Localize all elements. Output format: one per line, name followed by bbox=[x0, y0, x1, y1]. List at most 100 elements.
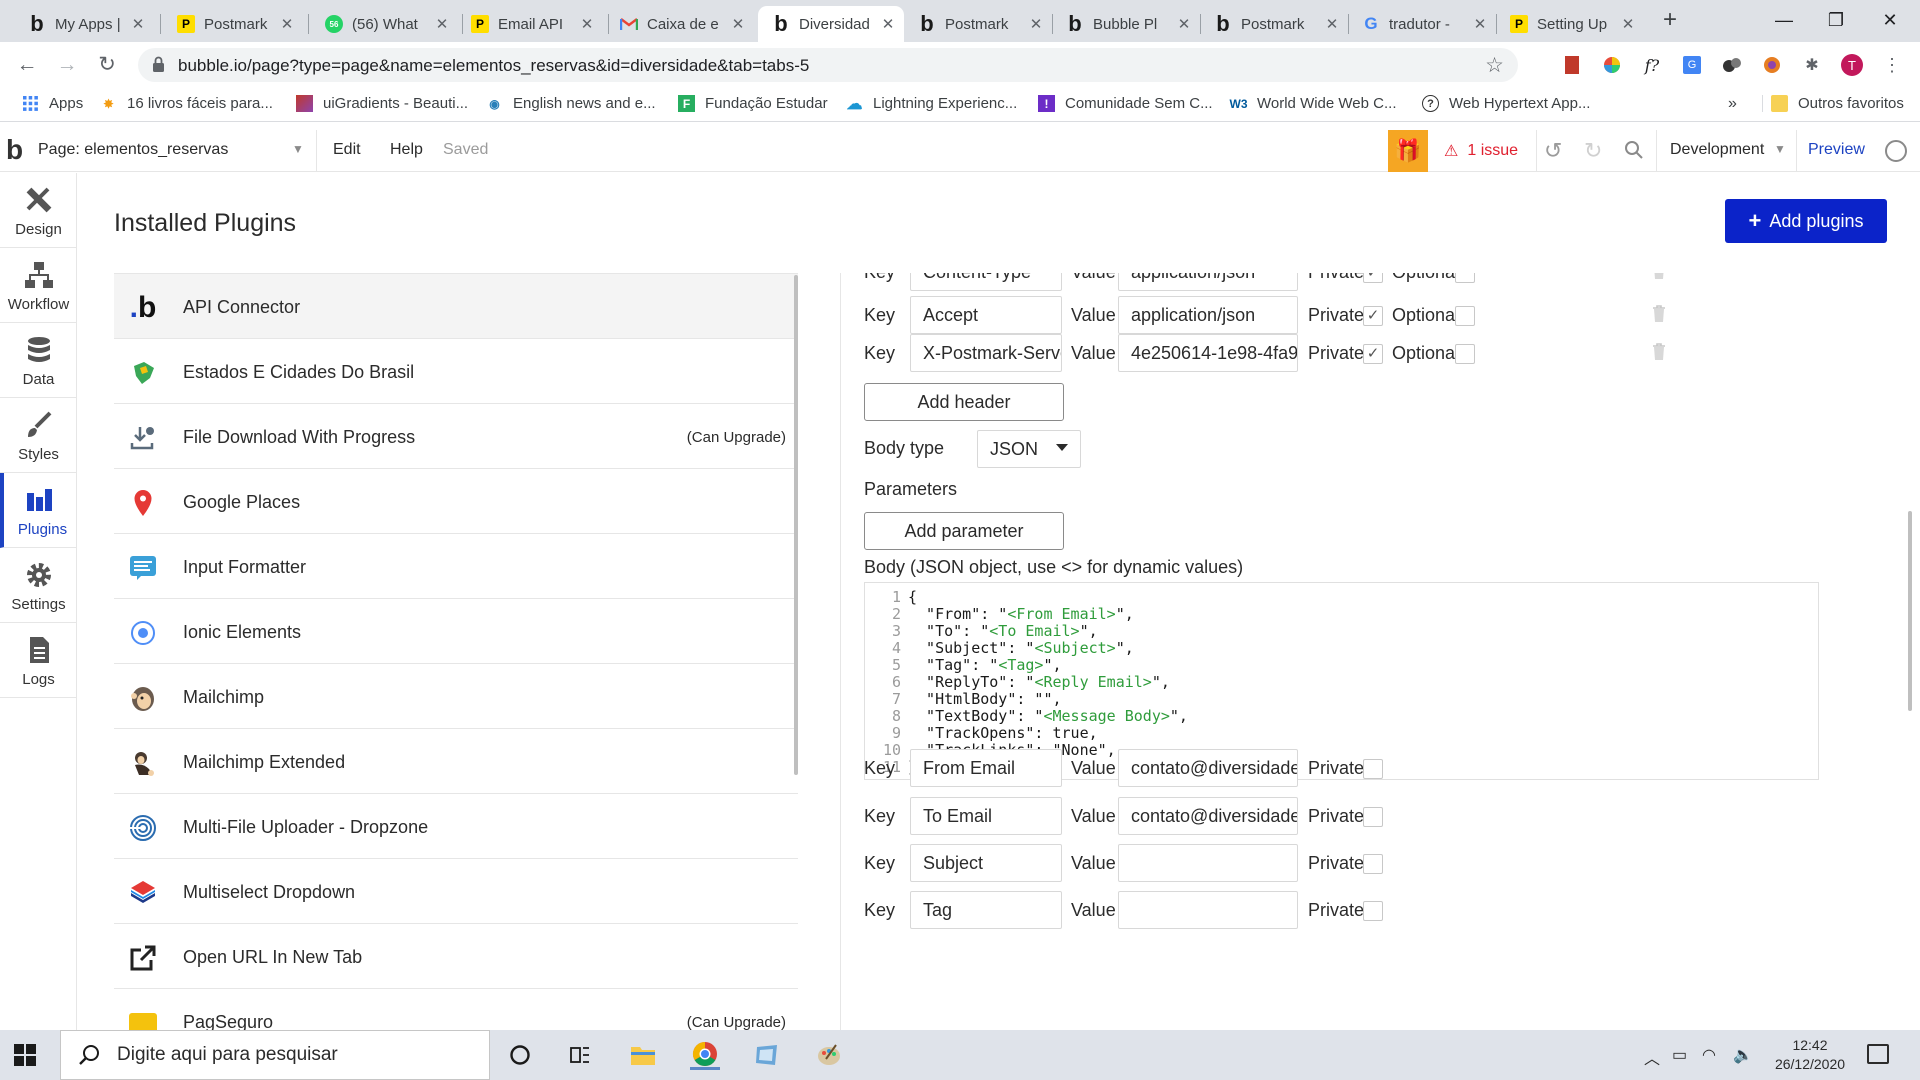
param-key-input[interactable]: Tag bbox=[910, 891, 1062, 929]
plugin-item[interactable]: PagSeguro (Can Upgrade) bbox=[114, 989, 798, 1030]
close-icon[interactable]: ✕ bbox=[579, 15, 595, 33]
help-menu[interactable]: Help bbox=[390, 141, 423, 159]
close-icon[interactable]: ✕ bbox=[130, 15, 146, 33]
gift-icon[interactable]: 🎁 bbox=[1388, 130, 1428, 172]
notifications-icon[interactable] bbox=[1867, 1044, 1889, 1064]
bookmark-item[interactable]: ☁ Lightning Experienc... bbox=[846, 95, 1018, 113]
bookmark-item[interactable]: ? Web Hypertext App... bbox=[1422, 95, 1590, 112]
forward-button[interactable]: → bbox=[52, 50, 82, 80]
plugin-list-scrollbar[interactable] bbox=[794, 275, 798, 775]
json-code[interactable]: { "From": "<From Email>", "To": "<To Ema… bbox=[908, 589, 1188, 776]
code-line[interactable]: "TextBody": "<Message Body>", bbox=[908, 708, 1188, 725]
bookmark-star-icon[interactable]: ☆ bbox=[1485, 53, 1504, 78]
close-icon[interactable]: ✕ bbox=[1472, 15, 1488, 33]
taskbar-clock[interactable]: 12:42 26/12/2020 bbox=[1770, 1036, 1850, 1074]
close-icon[interactable]: ✕ bbox=[1620, 15, 1636, 33]
add-plugins-button[interactable]: + Add plugins bbox=[1725, 199, 1887, 243]
wifi-icon[interactable]: ◠ bbox=[1702, 1045, 1716, 1065]
plugin-item[interactable]: Input Formatter bbox=[114, 534, 798, 599]
close-icon[interactable]: ✕ bbox=[1028, 15, 1044, 33]
environment-selector[interactable]: Development bbox=[1670, 141, 1764, 159]
bookmark-item[interactable]: ◉ English news and e... bbox=[486, 95, 655, 112]
plugin-item[interactable]: Multiselect Dropdown bbox=[114, 859, 798, 924]
header-key-input[interactable]: Accept bbox=[910, 296, 1062, 334]
file-explorer-icon[interactable] bbox=[628, 1040, 658, 1070]
param-value-input[interactable] bbox=[1118, 891, 1298, 929]
browser-tab[interactable]: 56 (56) What ✕ bbox=[311, 6, 458, 42]
url-text[interactable]: bubble.io/page?type=page&name=elementos_… bbox=[178, 56, 809, 76]
code-line[interactable]: "To": "<To Email>", bbox=[908, 623, 1188, 640]
header-key-input[interactable]: Content-Type bbox=[910, 273, 1062, 291]
browser-tab[interactable]: b My Apps | ✕ bbox=[14, 6, 154, 42]
code-line[interactable]: "From": "<From Email>", bbox=[908, 606, 1188, 623]
plugin-item[interactable]: File Download With Progress (Can Upgrade… bbox=[114, 404, 798, 469]
cortana-icon[interactable] bbox=[505, 1040, 535, 1070]
close-icon[interactable]: ✕ bbox=[730, 15, 746, 33]
plugin-item[interactable]: Mailchimp bbox=[114, 664, 798, 729]
param-key-input[interactable]: Subject bbox=[910, 844, 1062, 882]
optional-checkbox[interactable] bbox=[1455, 306, 1475, 326]
close-icon[interactable]: ✕ bbox=[880, 15, 896, 33]
redo-icon[interactable]: ↻ bbox=[1584, 138, 1602, 164]
bookmark-item[interactable]: F Fundação Estudar bbox=[678, 95, 828, 112]
close-icon[interactable]: ✕ bbox=[434, 15, 450, 33]
extensions-puzzle-icon[interactable]: ✱ bbox=[1801, 54, 1823, 76]
plugin-item[interactable]: Estados E Cidades Do Brasil bbox=[114, 339, 798, 404]
sidebar-item-logs[interactable]: Logs bbox=[0, 623, 77, 698]
plugin-item[interactable]: Mailchimp Extended bbox=[114, 729, 798, 794]
windows-start-icon[interactable] bbox=[14, 1044, 36, 1066]
search-icon[interactable] bbox=[1624, 140, 1644, 166]
private-checkbox[interactable] bbox=[1363, 854, 1383, 874]
bubble-logo-icon[interactable]: b bbox=[6, 134, 23, 166]
close-icon[interactable]: ✕ bbox=[1324, 15, 1340, 33]
close-icon[interactable]: ✕ bbox=[1176, 15, 1192, 33]
browser-tab[interactable]: Caixa de e ✕ bbox=[606, 6, 754, 42]
user-account-icon[interactable] bbox=[1885, 140, 1907, 162]
optional-checkbox[interactable] bbox=[1455, 273, 1475, 283]
app-tablet-icon[interactable] bbox=[752, 1040, 782, 1070]
extension-colorful-icon[interactable] bbox=[1761, 54, 1783, 76]
code-line[interactable]: "Subject": "<Subject>", bbox=[908, 640, 1188, 657]
plugin-item[interactable]: Open URL In New Tab bbox=[114, 924, 798, 989]
reload-button[interactable]: ↻ bbox=[92, 50, 122, 80]
minimize-button[interactable]: — bbox=[1754, 0, 1814, 40]
plugin-item[interactable]: Ionic Elements bbox=[114, 599, 798, 664]
optional-checkbox[interactable] bbox=[1455, 344, 1475, 364]
code-line[interactable]: "ReplyTo": "<Reply Email>", bbox=[908, 674, 1188, 691]
bookmarks-overflow-button[interactable]: » bbox=[1728, 95, 1737, 113]
browser-tab[interactable]: P Setting Up ✕ bbox=[1496, 6, 1644, 42]
code-line[interactable]: { bbox=[908, 589, 1188, 606]
browser-tab[interactable]: b Bubble Pl ✕ bbox=[1052, 6, 1200, 42]
header-value-input[interactable]: application/json bbox=[1118, 273, 1298, 291]
trash-icon[interactable] bbox=[1651, 273, 1667, 280]
bookmark-item[interactable]: ✸ 16 livros fáceis para... bbox=[100, 95, 272, 112]
task-view-icon[interactable] bbox=[565, 1040, 595, 1070]
private-checkbox[interactable]: ✓ bbox=[1363, 344, 1383, 364]
browser-tab-active[interactable]: b Diversidad ✕ bbox=[758, 6, 904, 42]
address-bar[interactable]: bubble.io/page?type=page&name=elementos_… bbox=[138, 48, 1518, 82]
bookmark-apps[interactable]: Apps bbox=[22, 95, 83, 112]
plugin-item[interactable]: Google Places bbox=[114, 469, 798, 534]
edit-menu[interactable]: Edit bbox=[333, 141, 361, 159]
private-checkbox[interactable]: ✓ bbox=[1363, 306, 1383, 326]
volume-icon[interactable]: 🔈 bbox=[1733, 1045, 1753, 1065]
browser-tab[interactable]: b Postmark ✕ bbox=[904, 6, 1052, 42]
browser-tab[interactable]: G tradutor - ✕ bbox=[1348, 6, 1496, 42]
battery-icon[interactable]: ▭ bbox=[1672, 1045, 1687, 1065]
private-checkbox[interactable]: ✓ bbox=[1363, 273, 1383, 283]
bookmark-item[interactable]: W3 World Wide Web C... bbox=[1230, 95, 1397, 112]
back-button[interactable]: ← bbox=[12, 50, 42, 80]
param-value-input[interactable]: contato@diversidade.io bbox=[1118, 749, 1298, 787]
preview-button[interactable]: Preview bbox=[1808, 141, 1865, 159]
plugin-item-api-connector[interactable]: .b API Connector bbox=[114, 274, 798, 339]
param-value-input[interactable] bbox=[1118, 844, 1298, 882]
code-line[interactable]: "HtmlBody": "", bbox=[908, 691, 1188, 708]
panel-scrollbar[interactable] bbox=[1908, 511, 1912, 711]
browser-tab[interactable]: P Postmark ✕ bbox=[163, 6, 303, 42]
extension-color-wheel-icon[interactable] bbox=[1601, 54, 1623, 76]
add-parameter-button[interactable]: Add parameter bbox=[864, 512, 1064, 550]
issues-indicator[interactable]: ⚠ 1 issue bbox=[1444, 141, 1518, 161]
chevron-down-icon[interactable]: ▼ bbox=[1774, 142, 1786, 156]
add-header-button[interactable]: Add header bbox=[864, 383, 1064, 421]
code-line[interactable]: "TrackOpens": true, bbox=[908, 725, 1188, 742]
